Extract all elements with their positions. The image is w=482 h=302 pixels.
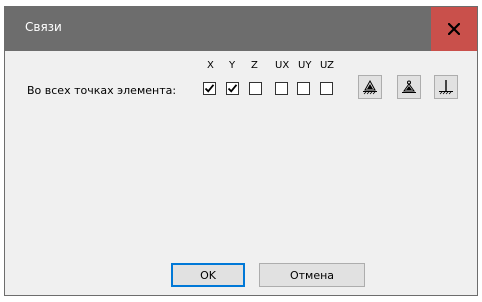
checkbox-uz[interactable]: [320, 82, 333, 95]
checkbox-x[interactable]: [203, 82, 216, 95]
axis-label-x: X: [207, 60, 214, 71]
checkbox-ux[interactable]: [275, 82, 288, 95]
axis-label-z: Z: [251, 60, 258, 71]
axis-label-y: Y: [229, 60, 236, 71]
axis-label-uy: UY: [298, 60, 312, 71]
fixed-support-icon: [363, 79, 377, 95]
all-points-label: Во всех точках элемента:: [27, 84, 177, 97]
pinned-support-button[interactable]: [397, 75, 421, 99]
title-bar[interactable]: Связи: [5, 7, 477, 51]
close-icon: [448, 23, 460, 35]
clamp-support-icon: [439, 80, 453, 95]
constraints-dialog: Связи Во всех точках элемента: X Y Z UX …: [4, 6, 478, 296]
checkbox-y[interactable]: [226, 82, 239, 95]
clamp-support-button[interactable]: [434, 75, 458, 99]
checkbox-z[interactable]: [249, 82, 262, 95]
checkbox-uy[interactable]: [297, 82, 310, 95]
dialog-content: Во всех точках элемента: X Y Z UX UY UZ: [5, 51, 477, 295]
close-button[interactable]: [431, 7, 477, 51]
axis-label-uz: UZ: [320, 60, 334, 71]
checkmark-icon: [227, 84, 238, 93]
cancel-button[interactable]: Отмена: [259, 263, 365, 287]
fixed-support-button[interactable]: [358, 75, 382, 99]
pinned-support-icon: [402, 80, 416, 93]
ok-button[interactable]: OK: [171, 263, 245, 287]
checkmark-icon: [204, 84, 215, 93]
dialog-title: Связи: [25, 20, 62, 34]
axis-label-ux: UX: [275, 60, 290, 71]
